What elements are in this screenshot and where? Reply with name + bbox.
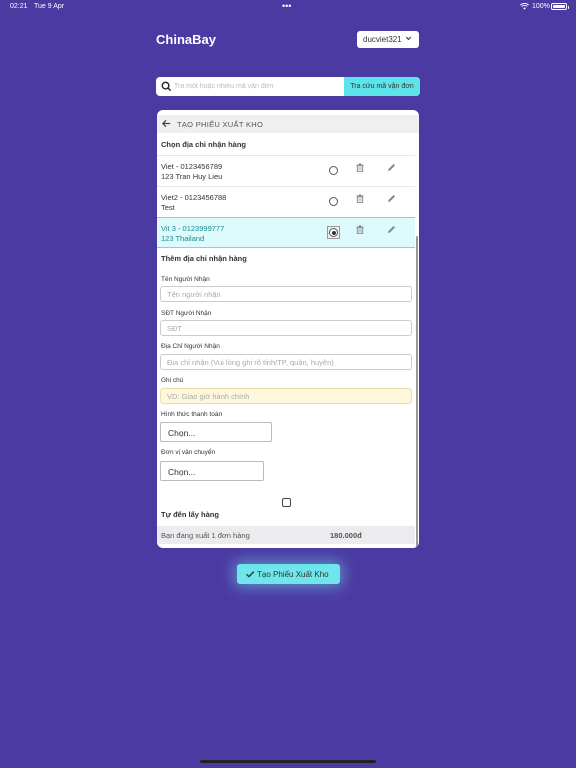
address-radio[interactable] [329,166,338,175]
add-address-title: Thêm địa chỉ nhận hàng [161,254,247,263]
user-dropdown[interactable]: ducviet321 [357,31,419,48]
address-name-phone: Viet2 - 0123456788 [161,193,227,202]
address-item[interactable]: Viet2 - 0123456788 Test [157,186,415,217]
multitasking-dots-icon[interactable]: ••• [282,1,291,11]
brand-logo[interactable]: ChinaBay [156,32,216,47]
receiver-phone-label: SĐT Người Nhận [161,310,212,317]
back-arrow-icon[interactable] [161,118,172,129]
check-icon [246,571,255,578]
tracking-search-input[interactable] [174,77,342,96]
pencil-icon[interactable] [387,163,396,172]
track-button[interactable]: Tra cứu mã vận đơn [344,77,420,96]
self-pickup-label: Tự đến lấy hàng [161,510,219,519]
address-item[interactable]: Viet - 0123456789 123 Tran Huy Lieu [157,155,415,186]
tracking-search-bar: Tra cứu mã vận đơn [156,77,420,96]
export-form-panel: TẠO PHIẾU XUẤT KHO Chọn địa chỉ nhận hàn… [157,110,419,548]
status-time: 02:21 [10,3,28,10]
order-summary: Bạn đang xuất 1 đơn hàng 180.000đ [157,526,415,544]
chevron-down-icon [405,36,412,41]
status-bar: 02:21 Tue 9 Apr ••• 100% [0,0,576,14]
note-label: Ghi chú [161,377,184,384]
wifi-icon [520,3,529,10]
receiver-address-label: Địa Chỉ Người Nhận [161,343,220,350]
receiver-name-label: Tên Người Nhận [161,276,210,283]
status-date: Tue 9 Apr [34,3,65,10]
receiver-name-field[interactable] [160,286,412,302]
receiver-address-field[interactable] [160,354,412,370]
battery-icon [551,3,569,10]
choose-address-title: Chọn địa chỉ nhận hàng [161,140,246,149]
scrollbar[interactable] [416,236,418,548]
payment-method-select[interactable]: Chọn... [160,422,272,442]
address-radio[interactable] [329,197,338,206]
pencil-icon[interactable] [387,194,396,203]
shipping-unit-label: Đơn vị vận chuyển [161,449,216,456]
form-header: TẠO PHIẾU XUẤT KHO [157,115,419,133]
self-pickup-checkbox[interactable] [282,498,291,507]
address-detail: 123 Tran Huy Lieu [161,172,223,181]
summary-text: Bạn đang xuất 1 đơn hàng [161,531,250,540]
address-radio-selected[interactable] [327,226,340,239]
home-indicator[interactable] [200,760,376,763]
payment-method-label: Hình thức thanh toán [161,411,223,418]
summary-amount: 180.000đ [330,531,362,540]
create-export-button[interactable]: Tạo Phiếu Xuất Kho [237,564,340,584]
address-detail: 123 Thailand [161,234,205,243]
trash-icon[interactable] [356,225,364,234]
user-name: ducviet321 [363,35,402,44]
receiver-phone-field[interactable] [160,320,412,336]
address-item-selected[interactable]: Vit 3 - 0123999777 123 Thailand [157,217,415,248]
page-title: TẠO PHIẾU XUẤT KHO [177,120,264,129]
shipping-unit-select[interactable]: Chọn... [160,461,264,481]
note-field[interactable] [160,388,412,404]
battery-percentage: 100% [532,3,550,10]
create-export-label: Tạo Phiếu Xuất Kho [257,569,329,579]
trash-icon[interactable] [356,163,364,172]
address-name-phone: Viet - 0123456789 [161,162,223,171]
address-detail: Test [161,203,175,212]
address-name-phone: Vit 3 - 0123999777 [161,224,225,233]
trash-icon[interactable] [356,194,364,203]
pencil-icon[interactable] [387,225,396,234]
search-icon [161,81,172,92]
